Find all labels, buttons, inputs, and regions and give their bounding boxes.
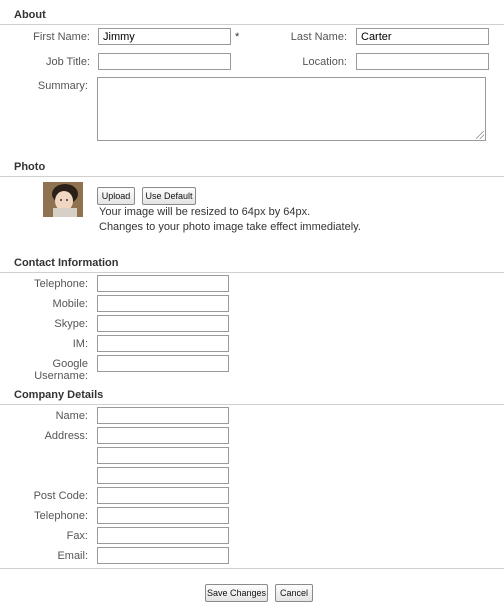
first-name-input[interactable] xyxy=(98,28,231,45)
post-code-label: Post Code: xyxy=(33,490,88,502)
last-name-input[interactable] xyxy=(356,28,489,45)
cancel-button[interactable]: Cancel xyxy=(275,584,313,602)
profile-photo xyxy=(43,182,83,217)
email-label: Email: xyxy=(57,550,88,562)
fax-input[interactable] xyxy=(97,527,229,544)
contact-divider xyxy=(0,272,504,273)
company-name-label: Name: xyxy=(55,410,88,422)
summary-textarea[interactable] xyxy=(97,77,486,141)
address-line2-input[interactable] xyxy=(97,447,229,464)
location-label: Location: xyxy=(302,56,347,68)
email-input[interactable] xyxy=(97,547,229,564)
required-marker: * xyxy=(235,31,240,43)
fax-label: Fax: xyxy=(66,530,88,542)
contact-telephone-label: Telephone: xyxy=(34,278,88,290)
address-label: Address: xyxy=(44,430,88,442)
contact-section-title: Contact Information xyxy=(14,257,119,269)
photo-divider xyxy=(0,176,504,177)
mobile-input[interactable] xyxy=(97,295,229,312)
skype-label: Skype: xyxy=(54,318,88,330)
actions-divider xyxy=(0,568,504,569)
company-name-input[interactable] xyxy=(97,407,229,424)
company-divider xyxy=(0,404,504,405)
resize-grip-icon[interactable] xyxy=(476,131,484,139)
about-divider xyxy=(0,24,504,25)
address-line1-input[interactable] xyxy=(97,427,229,444)
photo-resize-note: Your image will be resized to 64px by 64… xyxy=(99,206,311,218)
last-name-label: Last Name: xyxy=(290,31,347,43)
company-section-title: Company Details xyxy=(14,389,104,401)
company-telephone-input[interactable] xyxy=(97,507,229,524)
google-username-input[interactable] xyxy=(97,355,229,372)
photo-effect-note: Changes to your photo image take effect … xyxy=(99,221,361,233)
first-name-label: First Name: xyxy=(33,31,90,43)
use-default-button[interactable]: Use Default xyxy=(142,187,196,205)
im-input[interactable] xyxy=(97,335,229,352)
profile-photo-image xyxy=(43,182,83,217)
summary-label: Summary: xyxy=(37,80,88,92)
post-code-input[interactable] xyxy=(97,487,229,504)
about-section-title: About xyxy=(14,9,46,21)
save-changes-button[interactable]: Save Changes xyxy=(205,584,268,602)
contact-telephone-input[interactable] xyxy=(97,275,229,292)
mobile-label: Mobile: xyxy=(52,298,88,310)
upload-button[interactable]: Upload xyxy=(97,187,135,205)
photo-section-title: Photo xyxy=(14,161,46,173)
job-title-label: Job Title: xyxy=(45,56,90,68)
location-input[interactable] xyxy=(356,53,489,70)
im-label: IM: xyxy=(72,338,88,350)
skype-input[interactable] xyxy=(97,315,229,332)
address-line3-input[interactable] xyxy=(97,467,229,484)
job-title-input[interactable] xyxy=(98,53,231,70)
google-username-label: Google Username: xyxy=(34,358,88,382)
company-telephone-label: Telephone: xyxy=(34,510,88,522)
